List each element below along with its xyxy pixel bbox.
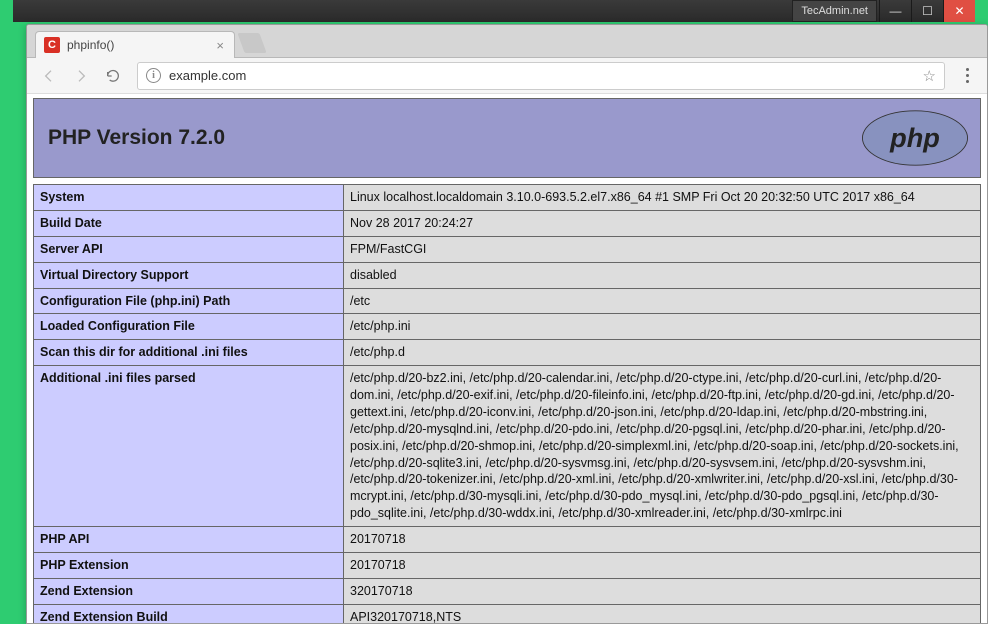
arrow-left-icon bbox=[41, 68, 57, 84]
back-button[interactable] bbox=[35, 62, 63, 90]
address-bar[interactable]: i example.com ☆ bbox=[137, 62, 945, 90]
favicon-icon: C bbox=[44, 37, 60, 53]
row-value: API320170718,NTS bbox=[344, 604, 981, 623]
row-value: 20170718 bbox=[344, 527, 981, 553]
row-label: Virtual Directory Support bbox=[34, 262, 344, 288]
table-row: Zend Extension320170718 bbox=[34, 578, 981, 604]
maximize-button[interactable]: ☐ bbox=[911, 0, 943, 22]
php-logo-icon: php bbox=[860, 109, 970, 167]
table-row: Virtual Directory Supportdisabled bbox=[34, 262, 981, 288]
table-row: Zend Extension BuildAPI320170718,NTS bbox=[34, 604, 981, 623]
phpinfo-page: PHP Version 7.2.0 php SystemLinux localh… bbox=[27, 94, 987, 623]
page-viewport[interactable]: PHP Version 7.2.0 php SystemLinux localh… bbox=[27, 94, 987, 623]
tab-close-icon[interactable]: × bbox=[214, 38, 226, 53]
row-value: /etc/php.d/20-bz2.ini, /etc/php.d/20-cal… bbox=[344, 366, 981, 527]
phpinfo-table: SystemLinux localhost.localdomain 3.10.0… bbox=[33, 184, 981, 623]
row-label: Zend Extension Build bbox=[34, 604, 344, 623]
browser-tab[interactable]: C phpinfo() × bbox=[35, 31, 235, 58]
row-value: FPM/FastCGI bbox=[344, 236, 981, 262]
url-text: example.com bbox=[169, 68, 246, 83]
row-value: Linux localhost.localdomain 3.10.0-693.5… bbox=[344, 185, 981, 211]
browser-menu-button[interactable] bbox=[955, 62, 979, 89]
row-label: Scan this dir for additional .ini files bbox=[34, 340, 344, 366]
reload-button[interactable] bbox=[99, 62, 127, 90]
table-row: Configuration File (php.ini) Path/etc bbox=[34, 288, 981, 314]
row-value: Nov 28 2017 20:24:27 bbox=[344, 210, 981, 236]
table-row: Scan this dir for additional .ini files/… bbox=[34, 340, 981, 366]
table-row: Additional .ini files parsed/etc/php.d/2… bbox=[34, 366, 981, 527]
tab-title: phpinfo() bbox=[67, 38, 114, 52]
os-titlebar: TecAdmin.net — ☐ ✕ bbox=[13, 0, 975, 22]
table-row: PHP API20170718 bbox=[34, 527, 981, 553]
row-label: Additional .ini files parsed bbox=[34, 366, 344, 527]
reload-icon bbox=[105, 68, 121, 84]
table-row: Loaded Configuration File/etc/php.ini bbox=[34, 314, 981, 340]
new-tab-button[interactable] bbox=[237, 33, 266, 53]
page-title: PHP Version 7.2.0 bbox=[34, 126, 225, 150]
table-row: PHP Extension20170718 bbox=[34, 552, 981, 578]
row-value: 320170718 bbox=[344, 578, 981, 604]
table-row: Build DateNov 28 2017 20:24:27 bbox=[34, 210, 981, 236]
close-button[interactable]: ✕ bbox=[943, 0, 975, 22]
row-value: /etc bbox=[344, 288, 981, 314]
row-label: Loaded Configuration File bbox=[34, 314, 344, 340]
row-value: /etc/php.d bbox=[344, 340, 981, 366]
row-label: PHP API bbox=[34, 527, 344, 553]
row-label: Server API bbox=[34, 236, 344, 262]
svg-text:php: php bbox=[889, 122, 940, 153]
site-info-icon[interactable]: i bbox=[146, 68, 161, 83]
arrow-right-icon bbox=[73, 68, 89, 84]
browser-toolbar: i example.com ☆ bbox=[27, 58, 987, 94]
row-value: disabled bbox=[344, 262, 981, 288]
row-label: Zend Extension bbox=[34, 578, 344, 604]
row-label: Configuration File (php.ini) Path bbox=[34, 288, 344, 314]
row-label: PHP Extension bbox=[34, 552, 344, 578]
table-row: Server APIFPM/FastCGI bbox=[34, 236, 981, 262]
phpinfo-header: PHP Version 7.2.0 php bbox=[33, 98, 981, 178]
row-value: 20170718 bbox=[344, 552, 981, 578]
tab-strip: C phpinfo() × bbox=[27, 25, 987, 58]
row-label: Build Date bbox=[34, 210, 344, 236]
forward-button[interactable] bbox=[67, 62, 95, 90]
window-title: TecAdmin.net bbox=[792, 0, 877, 22]
table-row: SystemLinux localhost.localdomain 3.10.0… bbox=[34, 185, 981, 211]
minimize-button[interactable]: — bbox=[879, 0, 911, 22]
bookmark-star-icon[interactable]: ☆ bbox=[923, 67, 936, 85]
row-value: /etc/php.ini bbox=[344, 314, 981, 340]
browser-window: C phpinfo() × i example.com bbox=[26, 24, 988, 624]
row-label: System bbox=[34, 185, 344, 211]
